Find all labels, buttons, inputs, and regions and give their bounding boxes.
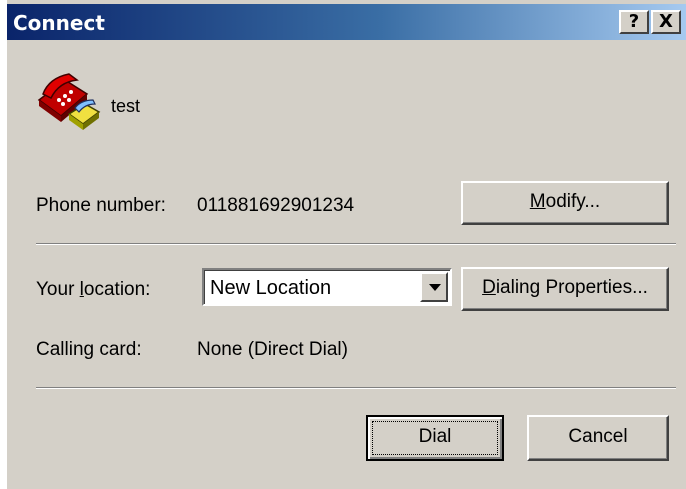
- dialing-properties-button[interactable]: Dialing Properties...: [461, 267, 669, 311]
- connect-dialog: Connect ? X test Phone number: 011881692…: [6, 0, 686, 489]
- separator-top: [36, 243, 676, 245]
- modify-button[interactable]: Modify...: [461, 181, 669, 225]
- location-select[interactable]: New Location: [202, 268, 452, 306]
- dialing-label-rest: ialing Properties...: [495, 277, 648, 298]
- location-label-rest: ocation:: [83, 279, 151, 300]
- close-button[interactable]: X: [651, 10, 681, 34]
- chevron-down-icon: [429, 284, 441, 291]
- location-dropdown-button[interactable]: [420, 272, 448, 302]
- focus-rectangle: [372, 421, 498, 455]
- window-title: Connect: [13, 11, 105, 35]
- connection-name: test: [111, 96, 141, 116]
- dialing-mnemonic: D: [482, 277, 496, 298]
- title-bar[interactable]: Connect ? X: [7, 4, 686, 40]
- close-icon: X: [659, 11, 673, 32]
- calling-card-label: Calling card:: [36, 339, 142, 360]
- phone-icon: [37, 73, 101, 130]
- modify-mnemonic: M: [529, 191, 546, 212]
- phone-number-value: 011881692901234: [197, 195, 355, 216]
- help-icon: ?: [628, 11, 640, 32]
- location-label-prefix: Your: [36, 279, 80, 300]
- cancel-button[interactable]: Cancel: [527, 415, 669, 461]
- help-button[interactable]: ?: [619, 10, 649, 34]
- modify-label-rest: odify...: [545, 191, 601, 212]
- phone-number-label: Phone number:: [36, 195, 166, 216]
- separator-bottom: [36, 387, 676, 389]
- location-selected-value: New Location: [210, 277, 332, 299]
- location-label: Your location:: [36, 279, 150, 301]
- dial-button[interactable]: Dial: [366, 415, 504, 461]
- calling-card-value: None (Direct Dial): [197, 339, 348, 360]
- cancel-label: Cancel: [568, 426, 628, 447]
